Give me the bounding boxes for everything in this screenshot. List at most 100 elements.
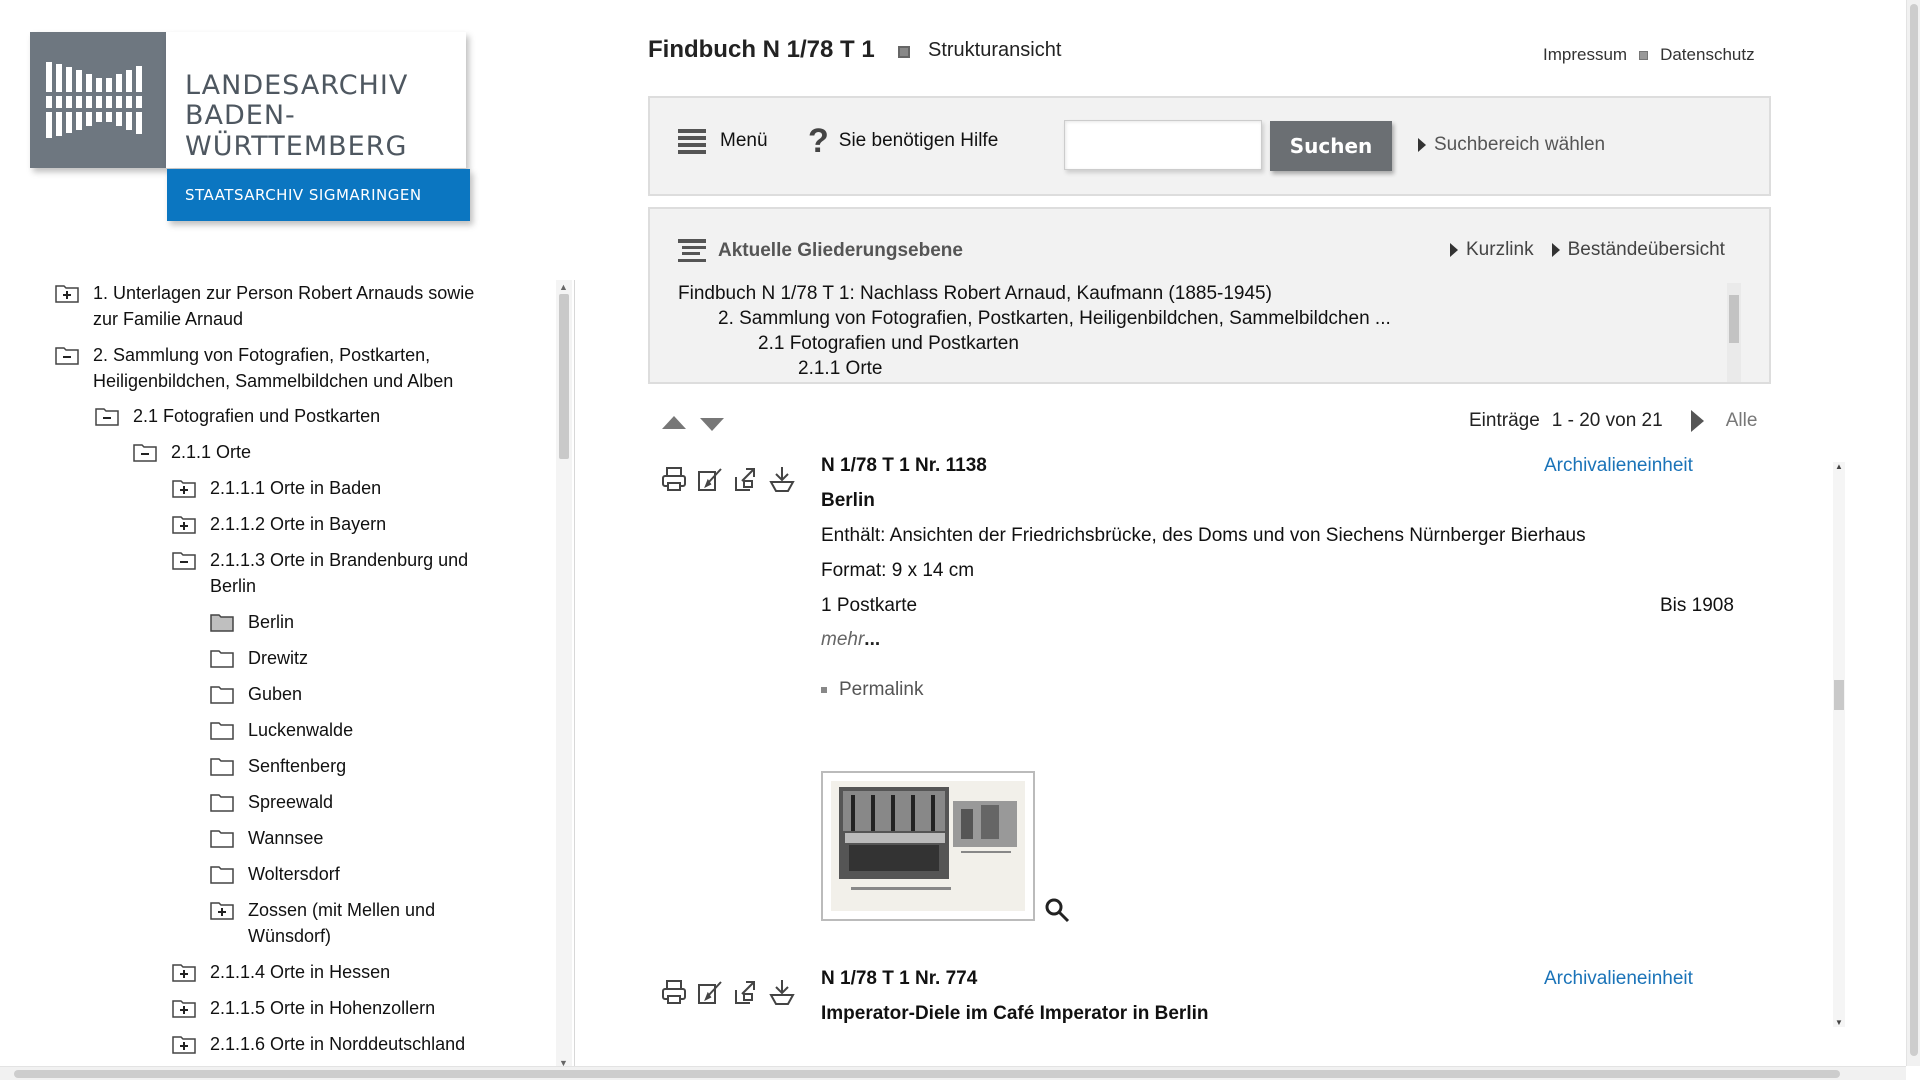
search-input[interactable]: [1064, 120, 1262, 170]
outline-scrollbar[interactable]: [1727, 283, 1741, 382]
print-icon[interactable]: [660, 465, 688, 493]
impressum-link[interactable]: Impressum: [1543, 45, 1627, 65]
tree-item-label[interactable]: Drewitz: [248, 645, 308, 671]
tree-item-label[interactable]: 2. Sammlung von Fotografien, Postkarten,…: [93, 342, 495, 394]
tree-item[interactable]: Drewitz: [210, 645, 495, 671]
folder-plus-icon[interactable]: [172, 962, 196, 982]
tree-item[interactable]: 2. Sammlung von Fotografien, Postkarten,…: [55, 342, 495, 394]
folder-minus-icon[interactable]: [172, 550, 196, 570]
tree-item[interactable]: 2.1.1.2 Orte in Bayern: [172, 511, 495, 537]
folder-icon[interactable]: [210, 864, 234, 884]
window-vscroll-thumb[interactable]: [1910, 4, 1918, 1056]
outline-path-level-4[interactable]: 2.1.1 Orte: [678, 356, 1391, 381]
tree-item-label[interactable]: 2.1.1 Orte: [171, 439, 251, 465]
menu-button[interactable]: Menü: [678, 128, 768, 154]
tree-item-label[interactable]: 2.1.1.6 Orte in Norddeutschland: [210, 1031, 465, 1057]
tree-item-label[interactable]: Senftenberg: [248, 753, 346, 779]
tree-item-label[interactable]: Wannsee: [248, 825, 323, 851]
outline-scroll-thumb[interactable]: [1729, 295, 1739, 343]
folder-icon[interactable]: [210, 648, 234, 668]
window-vertical-scrollbar[interactable]: [1906, 0, 1920, 1066]
tree-item-label[interactable]: 2.1.1.5 Orte in Hohenzollern: [210, 995, 435, 1021]
tree-item-label[interactable]: 2.1.1.1 Orte in Baden: [210, 475, 381, 501]
download-icon[interactable]: [768, 978, 796, 1006]
export-icon[interactable]: [732, 465, 760, 493]
tree-item[interactable]: 1. Unterlagen zur Person Robert Arnauds …: [55, 280, 495, 332]
tree-item[interactable]: 2.1.1 Orte: [133, 439, 495, 465]
tree-item-label[interactable]: Spreewald: [248, 789, 333, 815]
edit-icon[interactable]: [696, 978, 724, 1006]
folder-icon[interactable]: [210, 720, 234, 740]
datenschutz-link[interactable]: Datenschutz: [1660, 45, 1755, 65]
next-page-icon[interactable]: [1690, 410, 1704, 432]
shortlink-link[interactable]: Kurzlink: [1450, 239, 1534, 261]
structure-view-link[interactable]: Strukturansicht: [928, 39, 1061, 62]
tree-item[interactable]: Guben: [210, 681, 495, 707]
magnifier-icon[interactable]: [1044, 897, 1070, 923]
more-link[interactable]: mehr...: [821, 629, 880, 651]
folder-minus-icon[interactable]: [95, 406, 119, 426]
tree-scroll-thumb[interactable]: [559, 294, 569, 459]
folder-plus-icon[interactable]: [172, 478, 196, 498]
tree-scrollbar[interactable]: ▲ ▼: [556, 280, 572, 1070]
folder-minus-icon[interactable]: [55, 345, 79, 365]
tree-item[interactable]: Berlin: [210, 609, 495, 635]
entry-signature[interactable]: N 1/78 T 1 Nr. 774: [821, 968, 977, 990]
entry-signature[interactable]: N 1/78 T 1 Nr. 1138: [821, 455, 987, 477]
tree-item-label[interactable]: 1. Unterlagen zur Person Robert Arnauds …: [93, 280, 495, 332]
permalink-link[interactable]: Permalink: [821, 679, 923, 701]
results-scrollbar[interactable]: ▲ ▼: [1833, 462, 1845, 1027]
scroll-up-arrow-icon[interactable]: ▲: [559, 282, 568, 292]
outline-path-level-1[interactable]: Findbuch N 1/78 T 1: Nachlass Robert Arn…: [678, 281, 1391, 306]
show-all-link[interactable]: Alle: [1726, 410, 1758, 432]
folder-icon[interactable]: [210, 684, 234, 704]
print-icon[interactable]: [660, 978, 688, 1006]
sort-up-icon[interactable]: [662, 416, 686, 429]
tree-item-label[interactable]: 2.1.1.3 Orte in Brandenburg und Berlin: [210, 547, 495, 599]
folder-icon[interactable]: [210, 828, 234, 848]
edit-icon[interactable]: [696, 465, 724, 493]
scroll-up-arrow-icon[interactable]: ▲: [1835, 462, 1843, 471]
outline-path-level-2[interactable]: 2. Sammlung von Fotografien, Postkarten,…: [678, 306, 1391, 331]
export-icon[interactable]: [732, 978, 760, 1006]
sort-down-icon[interactable]: [700, 418, 724, 431]
tree-item[interactable]: 2.1.1.5 Orte in Hohenzollern: [172, 995, 495, 1021]
folder-selected-icon[interactable]: [210, 612, 234, 632]
tree-item[interactable]: Spreewald: [210, 789, 495, 815]
tree-item-label[interactable]: 2.1.1.4 Orte in Hessen: [210, 959, 390, 985]
download-icon[interactable]: [768, 465, 796, 493]
folder-plus-icon[interactable]: [172, 998, 196, 1018]
holdings-overview-link[interactable]: Beständeübersicht: [1551, 239, 1725, 261]
tree-item[interactable]: Wannsee: [210, 825, 495, 851]
folder-icon[interactable]: [210, 792, 234, 812]
results-scroll-thumb[interactable]: [1834, 680, 1844, 710]
tree-item-label[interactable]: Woltersdorf: [248, 861, 340, 887]
tree-item-label[interactable]: Zossen (mit Mellen und Wünsdorf): [248, 897, 495, 949]
tree-item-label[interactable]: Berlin: [248, 609, 294, 635]
archive-logo[interactable]: LANDESARCHIV BADEN-WÜRTTEMBERG STAATSARC…: [30, 32, 550, 227]
folder-minus-icon[interactable]: [133, 442, 157, 462]
tree-item[interactable]: 2.1.1.3 Orte in Brandenburg und Berlin: [172, 547, 495, 599]
tree-item-label[interactable]: 2.1 Fotografien und Postkarten: [133, 403, 380, 429]
tree-item-label[interactable]: Guben: [248, 681, 302, 707]
tree-item[interactable]: 2.1.1.4 Orte in Hessen: [172, 959, 495, 985]
window-horizontal-scrollbar[interactable]: [0, 1066, 1906, 1080]
outline-path-level-3[interactable]: 2.1 Fotografien und Postkarten: [678, 331, 1391, 356]
tree-item[interactable]: 2.1.1.1 Orte in Baden: [172, 475, 495, 501]
entry-type-link[interactable]: Archivalieneinheit: [1544, 455, 1693, 477]
search-scope-toggle[interactable]: Suchbereich wählen: [1418, 134, 1605, 156]
tree-item[interactable]: 2.1.1.6 Orte in Norddeutschland: [172, 1031, 495, 1057]
tree-item[interactable]: Zossen (mit Mellen und Wünsdorf): [210, 897, 495, 949]
tree-item[interactable]: Woltersdorf: [210, 861, 495, 887]
scroll-down-arrow-icon[interactable]: ▼: [1835, 1018, 1843, 1027]
folder-icon[interactable]: [210, 756, 234, 776]
window-hscroll-thumb[interactable]: [14, 1070, 1840, 1078]
tree-item-label[interactable]: 2.1.1.2 Orte in Bayern: [210, 511, 386, 537]
postcard-thumbnail[interactable]: [821, 771, 1035, 921]
entry-type-link[interactable]: Archivalieneinheit: [1544, 968, 1693, 990]
folder-plus-icon[interactable]: [172, 514, 196, 534]
folder-plus-icon[interactable]: [210, 900, 234, 920]
folder-plus-icon[interactable]: [172, 1034, 196, 1054]
tree-item-label[interactable]: Luckenwalde: [248, 717, 353, 743]
search-button[interactable]: Suchen: [1270, 121, 1392, 171]
